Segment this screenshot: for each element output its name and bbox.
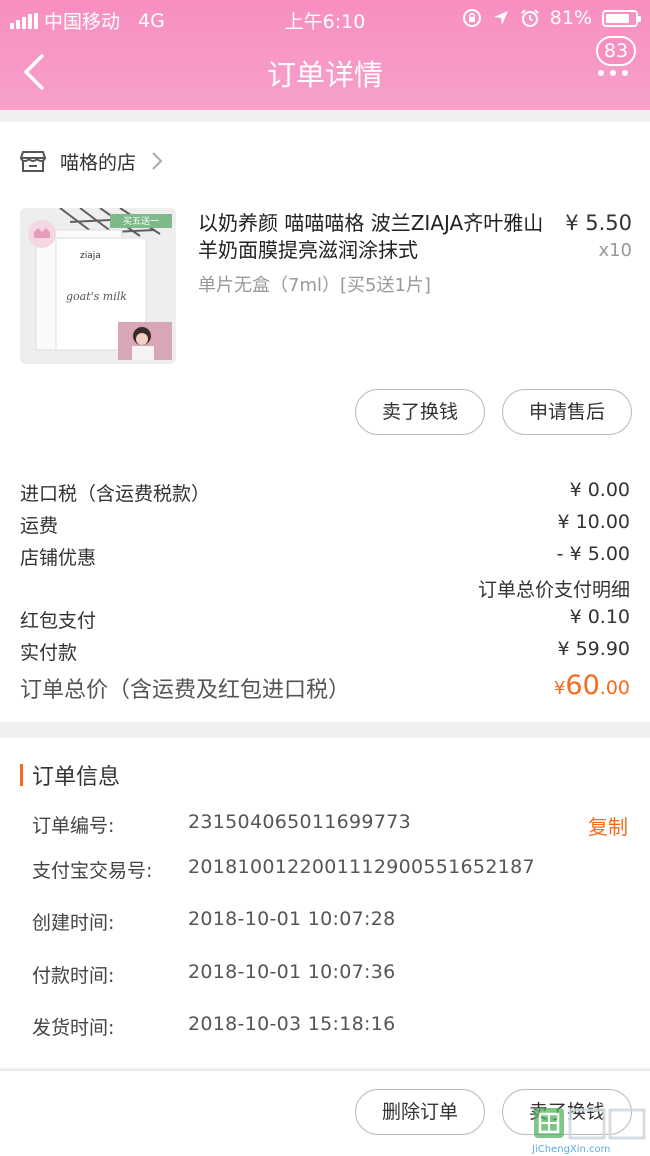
- accent-bar: [20, 764, 23, 786]
- info-label: 付款时间:: [32, 965, 115, 987]
- info-value: 2018-10-03 15:18:16: [188, 1013, 396, 1035]
- fee-label: 店铺优惠: [20, 547, 97, 569]
- info-label: 支付宝交易号:: [32, 860, 153, 882]
- more-icon[interactable]: [598, 70, 628, 76]
- chevron-right-icon: [152, 152, 163, 170]
- site-watermark: JiChengXin.com: [532, 1104, 648, 1155]
- info-value: 231504065011699773: [188, 811, 411, 833]
- payment-value: ¥ 0.10: [569, 606, 630, 628]
- fee-value: - ¥ 5.00: [556, 543, 630, 565]
- product-image-text: goat's milk: [66, 290, 127, 303]
- payment-detail-link[interactable]: 订单总价支付明细: [478, 575, 630, 602]
- product-spec: 单片无盒（7ml）[买5送1片]: [198, 275, 431, 296]
- fee-value: ¥ 10.00: [557, 511, 630, 533]
- info-label: 订单编号:: [32, 815, 115, 837]
- fee-label: 运费: [20, 515, 59, 537]
- alarm-icon: [521, 9, 539, 27]
- info-row-order-number: 订单编号: 231504065011699773: [32, 811, 630, 841]
- info-row-shipped: 发货时间: 2018-10-03 15:18:16: [32, 1013, 630, 1043]
- top-bar: 中国移动 4G 上午6:10 81% 订单详情 83: [0, 0, 650, 110]
- status-bar: 中国移动 4G 上午6:10 81%: [0, 0, 650, 36]
- info-label: 发货时间:: [32, 1017, 115, 1039]
- total-integer: 60: [565, 670, 600, 701]
- watermark-text: JiChengXin.com: [532, 1144, 611, 1155]
- shop-name: 喵格的店: [60, 151, 137, 174]
- fee-value: ¥ 0.00: [569, 479, 630, 501]
- fee-row-shipping: 运费 ¥ 10.00: [20, 511, 630, 541]
- page-title: 订单详情: [266, 58, 383, 92]
- product-photo: ziaja goat's milk 买五送一: [20, 208, 176, 364]
- product-brand-text: ziaja: [80, 251, 101, 261]
- order-info-heading: 订单信息: [20, 760, 120, 790]
- after-sale-button[interactable]: 申请售后: [502, 389, 632, 435]
- battery-icon: [602, 9, 641, 27]
- sell-button[interactable]: 卖了换钱: [355, 389, 485, 435]
- product-image[interactable]: ziaja goat's milk 买五送一: [20, 208, 176, 364]
- watermark-logo: [534, 1108, 646, 1140]
- total-decimal: .00: [599, 677, 630, 699]
- copy-button[interactable]: 复制: [588, 811, 628, 840]
- payment-row-actual: 实付款 ¥ 59.90: [20, 638, 630, 668]
- fee-row-tax: 进口税（含运费税款） ¥ 0.00: [20, 479, 630, 509]
- orientation-lock-icon: [462, 9, 481, 27]
- fee-row-discount: 店铺优惠 - ¥ 5.00: [20, 543, 630, 573]
- payment-row-redpacket: 红包支付 ¥ 0.10: [20, 606, 630, 636]
- info-label: 创建时间:: [32, 912, 115, 934]
- delete-order-button[interactable]: 删除订单: [355, 1089, 485, 1135]
- product-price: ¥ 5.50: [565, 211, 632, 235]
- location-icon: [493, 11, 508, 25]
- total-label: 订单总价（含运费及红包进口税）: [20, 678, 351, 703]
- info-value: 2018100122001112900551652187: [188, 856, 535, 878]
- order-total-row: 订单总价（含运费及红包进口税） ¥60.00: [20, 670, 630, 706]
- info-row-alipay-number: 支付宝交易号: 2018100122001112900551652187: [32, 856, 630, 886]
- fee-label: 进口税（含运费税款）: [20, 483, 211, 505]
- payment-label: 实付款: [20, 642, 78, 664]
- battery-fill: [606, 13, 629, 23]
- info-row-paid: 付款时间: 2018-10-01 10:07:36: [32, 961, 630, 991]
- payment-value: ¥ 59.90: [557, 638, 630, 660]
- battery-percent: 81%: [549, 7, 592, 29]
- store-icon: [20, 151, 46, 172]
- product-quantity: x10: [598, 240, 632, 261]
- info-value: 2018-10-01 10:07:28: [188, 908, 396, 930]
- info-value: 2018-10-01 10:07:36: [188, 961, 396, 983]
- total-price: ¥60.00: [554, 670, 630, 701]
- currency-symbol: ¥: [553, 678, 566, 699]
- payment-label: 红包支付: [20, 610, 97, 632]
- order-info-title: 订单信息: [32, 765, 121, 790]
- product-title[interactable]: 以奶养颜 喵喵喵格 波兰ZIAJA齐叶雅山羊奶面膜提亮滋润涂抹式: [198, 210, 553, 264]
- message-count-badge: 83: [596, 36, 636, 66]
- shop-link[interactable]: 喵格的店: [20, 145, 164, 177]
- info-row-created: 创建时间: 2018-10-01 10:07:28: [32, 908, 630, 938]
- promo-tag: 买五送一: [123, 215, 159, 227]
